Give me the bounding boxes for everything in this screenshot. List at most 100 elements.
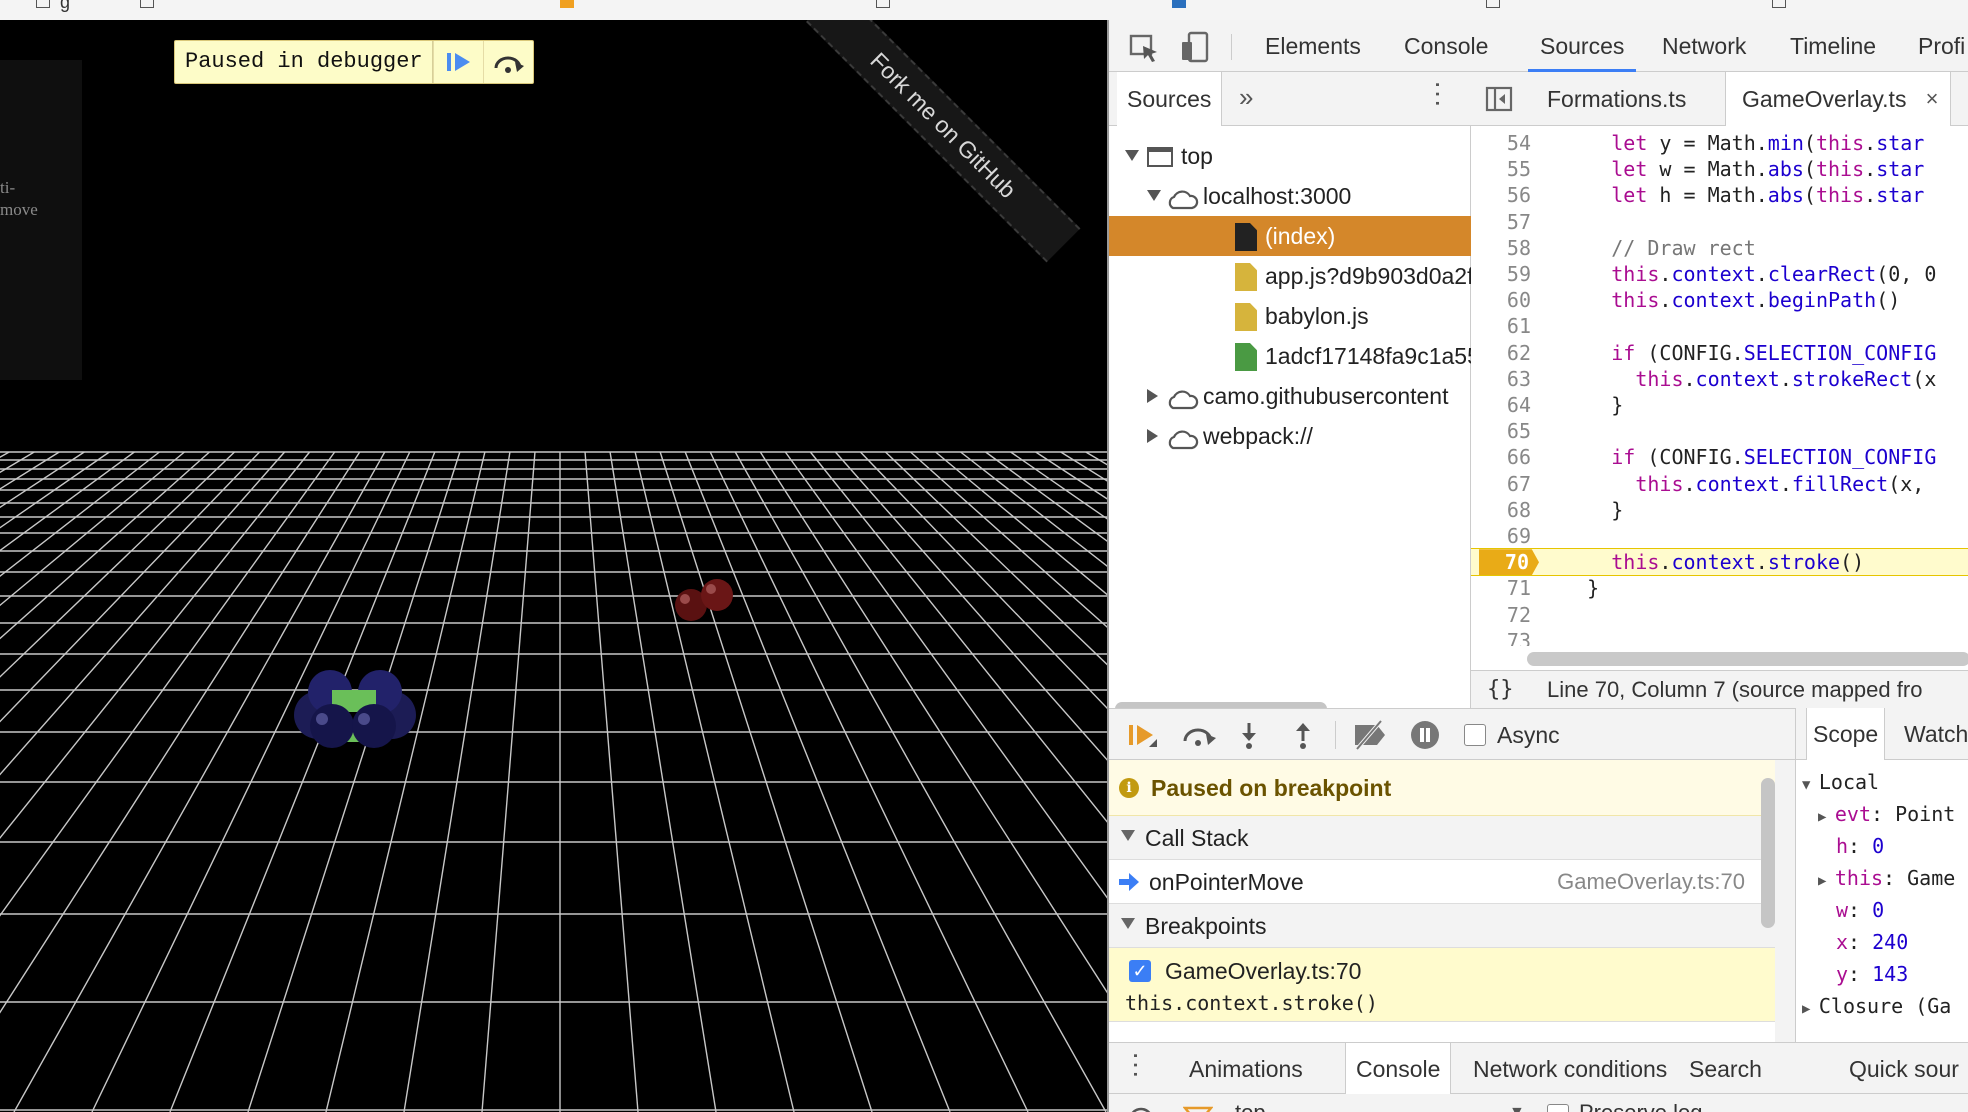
breakpoints-header[interactable]: Breakpoints [1109, 904, 1775, 948]
code-line[interactable]: this.context.fillRect(x, [1539, 471, 1924, 497]
breakpoint-checkbox[interactable]: ✓ [1129, 960, 1151, 982]
editor-tab-gameoverlay[interactable]: GameOverlay.ts × [1725, 72, 1952, 126]
line-number[interactable]: 58 [1471, 235, 1531, 261]
tree-item[interactable]: (index) [1109, 216, 1471, 256]
scope-row[interactable]: x: 240 [1818, 926, 1908, 958]
kebab-menu-icon[interactable]: ··· [1424, 80, 1455, 108]
preserve-log-checkbox[interactable] [1547, 1104, 1569, 1112]
step-over-icon[interactable] [1179, 719, 1217, 751]
line-number[interactable]: 60 [1471, 287, 1531, 313]
selected-blue-units[interactable] [294, 670, 416, 748]
toggle-navigator-icon[interactable] [1485, 86, 1513, 112]
chevron-down-icon[interactable]: ▼ [1509, 1104, 1525, 1112]
resume-icon[interactable] [432, 41, 483, 83]
line-number[interactable]: 57 [1471, 209, 1531, 235]
tab-watch[interactable]: Watch [1904, 708, 1968, 760]
inspect-element-icon[interactable] [1127, 30, 1161, 64]
editor-tab-formations[interactable]: Formations.ts [1531, 72, 1702, 126]
drawer-menu-icon[interactable]: ··· [1122, 1051, 1153, 1079]
tab-sources[interactable]: Sources [1528, 20, 1637, 72]
breakpoint-item[interactable]: ✓ GameOverlay.ts:70 this.context.stroke(… [1109, 948, 1775, 1022]
line-number[interactable]: 65 [1471, 418, 1531, 444]
line-number[interactable]: 67 [1471, 471, 1531, 497]
deactivate-breakpoints-icon[interactable] [1349, 719, 1389, 751]
line-number[interactable]: 72 [1471, 602, 1531, 628]
close-tab-icon[interactable]: × [1926, 72, 1939, 126]
line-number[interactable]: 62 [1471, 340, 1531, 366]
line-number[interactable]: 56 [1471, 182, 1531, 208]
code-line[interactable]: this.context.stroke() [1539, 549, 1864, 575]
code-line[interactable]: this.context.clearRect(0, 0 [1539, 261, 1936, 287]
async-checkbox[interactable] [1464, 724, 1486, 746]
line-number[interactable]: 69 [1471, 523, 1531, 549]
breakpoint-marker[interactable]: 70 [1479, 549, 1539, 576]
bookmark-item[interactable]: g [60, 0, 70, 12]
tab-profiles[interactable]: Profi [1918, 20, 1965, 72]
tab-console[interactable]: Console [1404, 20, 1488, 72]
tree-item[interactable]: app.js?d9b903d0a2ff1 [1109, 256, 1471, 296]
line-number[interactable]: 66 [1471, 444, 1531, 470]
code-line[interactable]: let h = Math.abs(this.star [1539, 182, 1924, 208]
filter-icon[interactable] [1183, 1106, 1213, 1112]
scope-row[interactable]: ▶ this: Game [1818, 862, 1955, 894]
scope-row[interactable]: h: 0 [1818, 830, 1884, 862]
scope-row[interactable]: ▶ Closure (Ga [1802, 990, 1951, 1022]
tab-scope[interactable]: Scope [1806, 708, 1886, 760]
line-number[interactable]: 71 [1471, 575, 1531, 601]
step-out-icon[interactable] [1287, 719, 1319, 751]
console-context-select[interactable]: top [1235, 1100, 1266, 1112]
step-into-icon[interactable] [1233, 719, 1265, 751]
tab-elements[interactable]: Elements [1265, 20, 1361, 72]
tree-item[interactable]: webpack:// [1109, 416, 1471, 456]
drawer-tab-animations[interactable]: Animations [1177, 1043, 1315, 1095]
line-number[interactable]: 64 [1471, 392, 1531, 418]
call-frame-location[interactable]: GameOverlay.ts:70 [1557, 860, 1745, 904]
call-stack-header[interactable]: Call Stack [1109, 816, 1775, 860]
line-number[interactable]: 54 [1471, 130, 1531, 156]
code-line[interactable]: this.context.beginPath() [1539, 287, 1900, 313]
drawer-tab-console[interactable]: Console [1345, 1043, 1452, 1095]
scope-row[interactable]: ▶ evt: Point [1818, 798, 1955, 830]
game-canvas[interactable]: ti- move Paused in debugger Fork me on G… [0, 20, 1107, 1112]
tab-network[interactable]: Network [1662, 20, 1746, 72]
tree-item[interactable]: babylon.js [1109, 296, 1471, 336]
line-number[interactable]: 59 [1471, 261, 1531, 287]
code-line[interactable]: } [1539, 575, 1599, 601]
sidebar-scrollbar[interactable] [1761, 778, 1775, 928]
tree-item[interactable]: camo.githubusercontent [1109, 376, 1471, 416]
resume-icon[interactable] [1125, 719, 1157, 751]
line-number[interactable]: 61 [1471, 313, 1531, 339]
code-line[interactable]: this.context.strokeRect(x [1539, 366, 1936, 392]
tree-item[interactable]: localhost:3000 [1109, 176, 1471, 216]
red-units[interactable] [675, 579, 733, 621]
scope-row[interactable]: ▼ Local [1802, 766, 1879, 798]
code-view[interactable]: 54 let y = Math.min(this.star 55 let w = … [1471, 126, 1968, 646]
line-number[interactable]: 55 [1471, 156, 1531, 182]
pretty-print-icon[interactable]: {} [1487, 671, 1514, 709]
device-mode-icon[interactable] [1179, 30, 1213, 64]
drawer-tab-network-conditions[interactable]: Network conditions [1465, 1043, 1675, 1095]
tree-item[interactable]: 1adcf17148fa9c1a552 [1109, 336, 1471, 376]
call-frame-row[interactable]: onPointerMove GameOverlay.ts:70 [1109, 860, 1775, 904]
line-number[interactable]: 63 [1471, 366, 1531, 392]
scope-row[interactable]: y: 143 [1818, 958, 1908, 990]
code-line[interactable]: let w = Math.abs(this.star [1539, 156, 1924, 182]
code-line[interactable]: // Draw rect [1539, 235, 1756, 261]
code-line[interactable]: } [1539, 392, 1623, 418]
clear-console-icon[interactable] [1127, 1106, 1155, 1112]
editor-horizontal-scrollbar[interactable] [1527, 652, 1968, 666]
pause-on-exceptions-icon[interactable] [1409, 719, 1441, 751]
tree-item[interactable]: top [1109, 136, 1471, 176]
code-line[interactable]: let y = Math.min(this.star [1539, 130, 1924, 156]
code-line[interactable]: } [1539, 497, 1623, 523]
navigator-tab-sources[interactable]: Sources [1117, 72, 1223, 126]
code-line[interactable]: if (CONFIG.SELECTION_CONFIG [1539, 340, 1936, 366]
drawer-tab-quick-source[interactable]: Quick sour [1841, 1043, 1967, 1095]
step-over-icon[interactable] [482, 41, 533, 83]
line-number[interactable]: 73 [1471, 628, 1531, 646]
line-number[interactable]: 68 [1471, 497, 1531, 523]
code-line[interactable]: if (CONFIG.SELECTION_CONFIG [1539, 444, 1936, 470]
tab-timeline[interactable]: Timeline [1790, 20, 1876, 72]
more-tabs-chevron-icon[interactable]: » [1239, 82, 1253, 113]
scope-row[interactable]: w: 0 [1818, 894, 1884, 926]
